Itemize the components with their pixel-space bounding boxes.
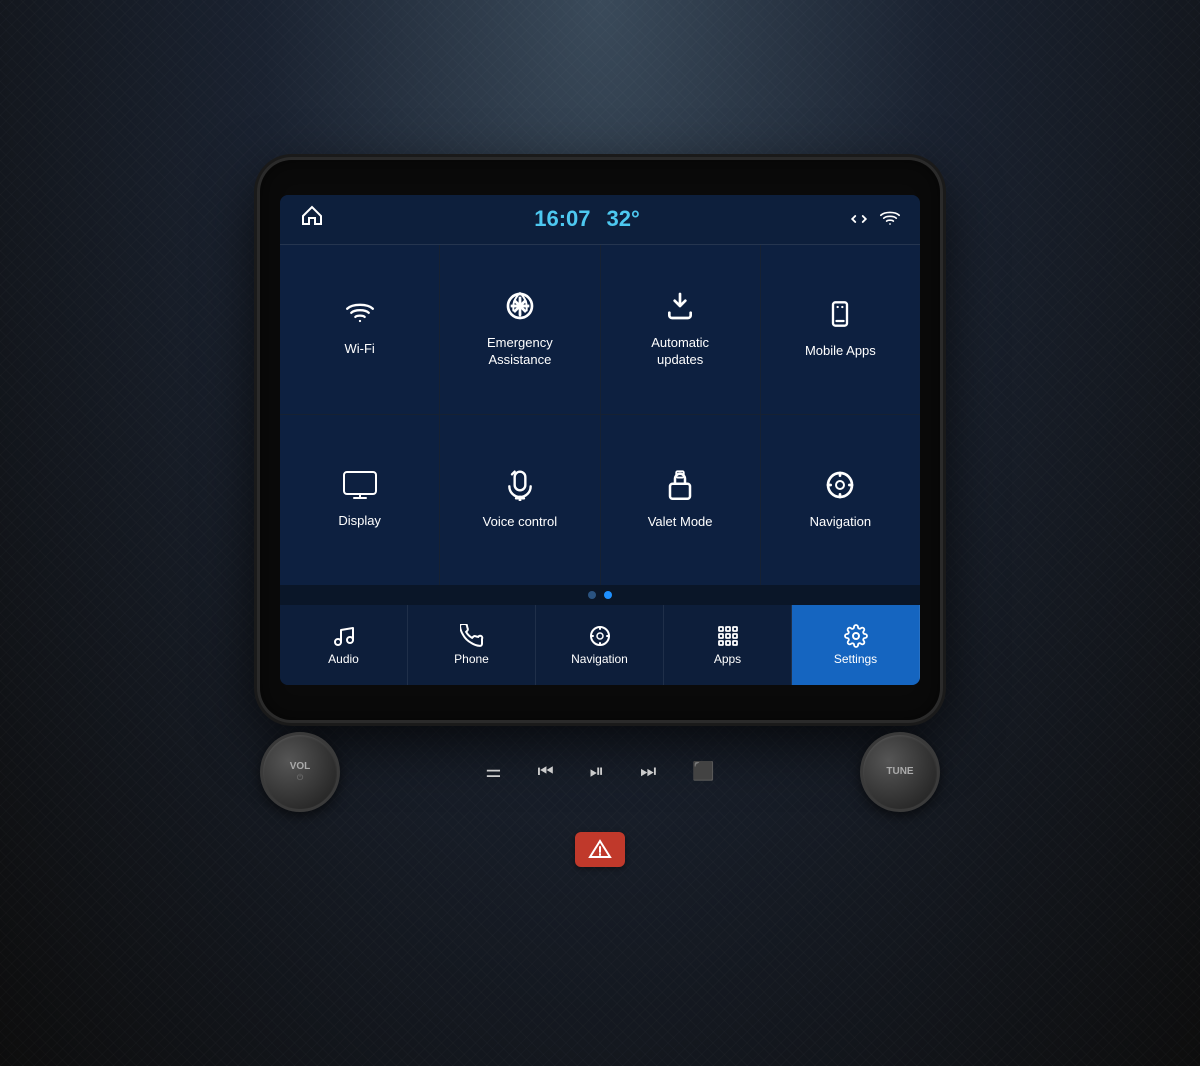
settings-nav-label: Settings bbox=[834, 652, 877, 666]
page-indicator bbox=[280, 585, 920, 605]
hazard-area bbox=[575, 832, 625, 867]
wifi-item[interactable]: Wi-Fi bbox=[280, 245, 439, 415]
tune-label: TUNE bbox=[886, 766, 913, 778]
time-temp-display: 16:07 32° bbox=[534, 206, 640, 232]
display-item[interactable]: Display bbox=[280, 415, 439, 585]
settings-nav-icon bbox=[844, 624, 868, 648]
emergency-label: EmergencyAssistance bbox=[487, 335, 553, 369]
navigation-item[interactable]: Navigation bbox=[761, 415, 920, 585]
valet-mode-icon bbox=[665, 469, 695, 506]
next-button[interactable]: ⏭ bbox=[632, 757, 664, 786]
nav-audio[interactable]: Audio bbox=[280, 605, 408, 685]
navigation-nav-icon bbox=[588, 624, 612, 648]
mobile-apps-icon bbox=[826, 298, 854, 335]
vol-label: VOL bbox=[290, 761, 311, 773]
mobile-apps-item[interactable]: Mobile Apps bbox=[761, 245, 920, 415]
vol-knob[interactable]: VOL ⏻ bbox=[260, 732, 340, 812]
page-dot-1 bbox=[588, 591, 596, 599]
audio-nav-label: Audio bbox=[328, 652, 359, 666]
home-icon[interactable] bbox=[300, 204, 324, 234]
nav-phone[interactable]: Phone bbox=[408, 605, 536, 685]
phone-nav-label: Phone bbox=[454, 652, 489, 666]
wifi-label: Wi-Fi bbox=[344, 341, 374, 358]
valet-mode-label: Valet Mode bbox=[648, 514, 713, 531]
tune-knob[interactable]: TUNE bbox=[860, 732, 940, 812]
prev-button[interactable]: ⏮ bbox=[529, 757, 561, 786]
main-settings-grid: Wi-Fi bbox=[280, 245, 920, 585]
status-bar: 16:07 32° bbox=[280, 195, 920, 245]
display-icon bbox=[342, 470, 378, 505]
clock-display: 16:07 bbox=[534, 206, 590, 232]
nav-navigation[interactable]: Navigation bbox=[536, 605, 664, 685]
updates-icon bbox=[664, 290, 696, 327]
hazard-button[interactable] bbox=[575, 832, 625, 867]
nav-apps[interactable]: Apps bbox=[664, 605, 792, 685]
signal-icon bbox=[850, 210, 868, 228]
voice-control-icon bbox=[504, 469, 536, 506]
wifi-icon bbox=[344, 300, 376, 333]
display-label: Display bbox=[338, 513, 381, 530]
emergency-icon bbox=[504, 290, 536, 327]
status-icons bbox=[850, 209, 900, 229]
hazard-icon bbox=[588, 839, 612, 859]
updates-label: Automaticupdates bbox=[651, 335, 709, 369]
audio-nav-icon bbox=[332, 624, 356, 648]
emergency-assistance-item[interactable]: EmergencyAssistance bbox=[440, 245, 599, 415]
eq-button[interactable]: ⚌ bbox=[477, 757, 509, 786]
controls-row: VOL ⏻ ⚌ ⏮ ⏯ ⏭ ⬛ TUNE bbox=[260, 732, 940, 812]
bottom-navigation: Audio Phone Navigation bbox=[280, 605, 920, 685]
media-controls: ⚌ ⏮ ⏯ ⏭ ⬛ bbox=[340, 732, 860, 812]
temperature-display: 32° bbox=[607, 206, 640, 232]
navigation-grid-icon bbox=[824, 469, 856, 506]
page-dot-2 bbox=[604, 591, 612, 599]
nav-settings[interactable]: Settings bbox=[792, 605, 920, 685]
screen-toggle-button[interactable]: ⬛ bbox=[684, 757, 722, 786]
apps-nav-label: Apps bbox=[714, 652, 741, 666]
play-pause-button[interactable]: ⏯ bbox=[582, 757, 612, 786]
navigation-grid-label: Navigation bbox=[810, 514, 871, 531]
navigation-nav-label: Navigation bbox=[571, 652, 628, 666]
phone-nav-icon bbox=[460, 624, 484, 648]
apps-nav-icon bbox=[716, 624, 740, 648]
valet-mode-item[interactable]: Valet Mode bbox=[601, 415, 760, 585]
mobile-apps-label: Mobile Apps bbox=[805, 343, 876, 360]
voice-control-label: Voice control bbox=[483, 514, 557, 531]
wifi-status-icon bbox=[880, 209, 900, 229]
screen: 16:07 32° bbox=[280, 195, 920, 685]
screen-bezel: 16:07 32° bbox=[260, 160, 940, 720]
voice-control-item[interactable]: Voice control bbox=[440, 415, 599, 585]
automatic-updates-item[interactable]: Automaticupdates bbox=[601, 245, 760, 415]
